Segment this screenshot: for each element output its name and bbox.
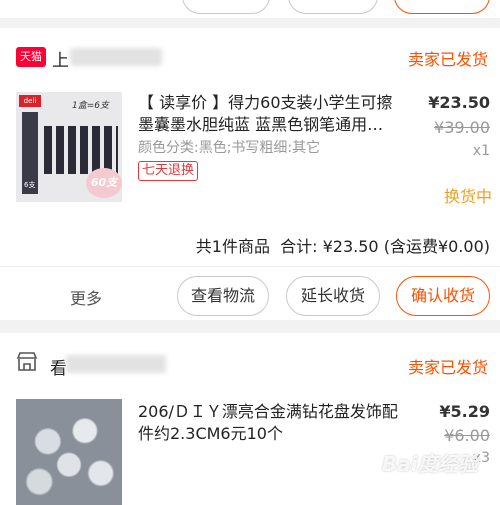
promo-badge: 60支 [86,168,122,198]
previous-pill-button[interactable] [182,0,270,14]
view-logistics-button[interactable]: 查看物流 [177,276,269,316]
shop-name-redacted [70,48,162,66]
tmall-badge-icon: 天猫 [16,47,46,67]
thumb-count: 6支 [24,181,36,189]
product-quantity: x1 [472,143,490,159]
order-status: 卖家已发货 [407,50,488,69]
product-price: ¥23.50 [428,93,490,112]
order-status: 卖家已发货 [407,358,488,377]
product-title[interactable]: 206/ＤＩＹ漂亮合金满钻花盘发饰配件约2.3CM6元10个 [138,401,398,445]
thumb-caption: 1盒=6支 [72,101,109,111]
original-price: ¥39.00 [434,118,490,137]
order-summary: 共1件商品 合计: ¥23.50 (含运费¥0.00) [195,237,490,256]
previous-pill-button[interactable] [288,0,378,14]
product-thumbnail[interactable] [16,399,122,505]
previous-card-bottom [0,0,500,18]
ink-cartridges [44,126,118,174]
shop-icon [16,352,38,372]
order-card: 天猫 上 卖家已发货 deli 1盒=6支 6支 60支 【 读享价 】得力60… [0,28,500,320]
product-title[interactable]: 【 读享价 】得力60支装小学生可擦墨囊墨水胆纯蓝 蓝黑色钢笔通用… [138,92,396,136]
product-thumbnail[interactable]: deli 1盒=6支 6支 60支 [16,92,122,202]
watermark: Bai度经验 [382,452,478,476]
after-sale-status[interactable]: 换货中 [444,183,492,207]
product-price: ¥5.29 [439,402,490,421]
confirm-receipt-button[interactable]: 确认收货 [396,276,490,316]
order-card: 看 卖家已发货 206/ＤＩＹ漂亮合金满钻花盘发饰配件约2.3CM6元10个 ¥… [0,333,500,505]
shop-name[interactable]: 看 [50,354,67,379]
previous-confirm-button[interactable] [394,0,490,14]
more-button[interactable]: 更多 [70,285,102,309]
shop-name[interactable]: 上 [52,46,69,71]
extend-receipt-button[interactable]: 延长收货 [286,276,380,316]
seven-day-return-tag: 七天退换 [138,161,199,181]
brand-logo: deli [19,95,41,107]
product-spec: 颜色分类:黑色;书写粗细:其它 [138,140,321,156]
original-price: ¥6.00 [444,426,490,445]
shop-name-redacted [66,355,166,373]
divider [0,266,500,267]
